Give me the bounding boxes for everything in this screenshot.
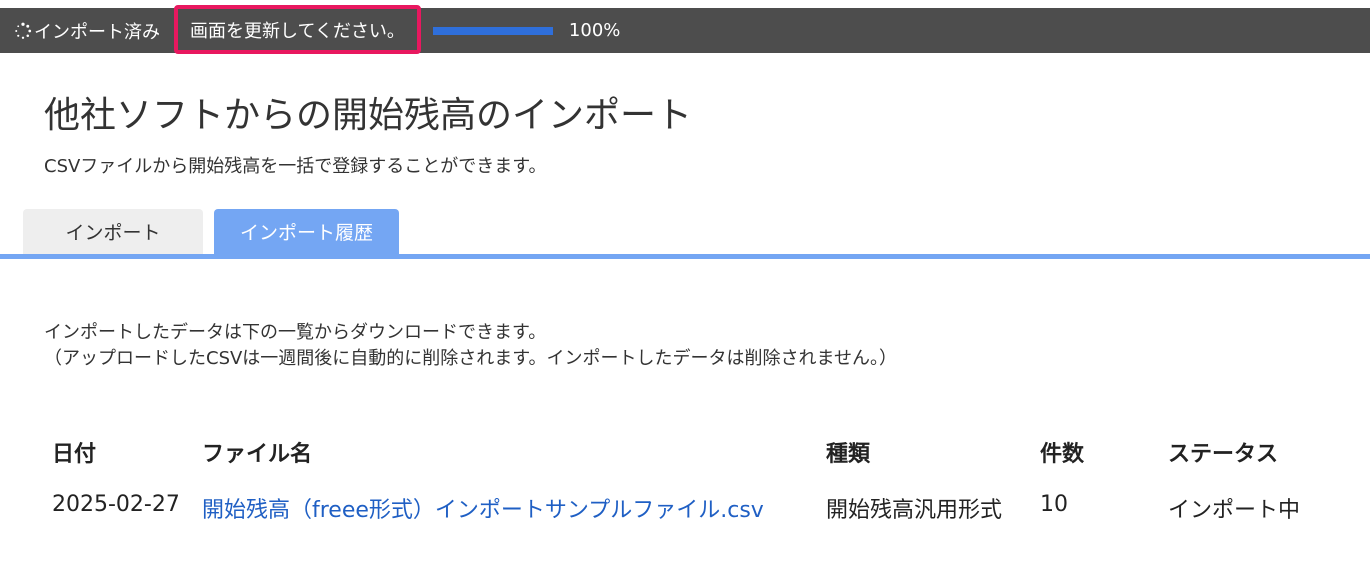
cell-type: 開始残高汎用形式 — [826, 498, 1003, 523]
column-header-filename: ファイル名 — [202, 442, 313, 467]
tab-import[interactable]: インポート — [23, 209, 203, 254]
description-line-1: インポートしたデータは下の一覧からダウンロードできます。 — [44, 322, 547, 343]
progress-bar-fill — [432, 26, 553, 35]
tab-underline — [0, 254, 1370, 259]
column-header-count: 件数 — [1040, 442, 1085, 467]
column-header-type: 種類 — [826, 442, 871, 467]
history-description: インポートしたデータは下の一覧からダウンロードできます。 （アップロードしたCS… — [44, 320, 897, 372]
cell-status: インポート中 — [1168, 498, 1301, 523]
cell-count: 10 — [1040, 492, 1068, 517]
tab-bar: インポート インポート履歴 — [0, 209, 1370, 260]
description-line-2: （アップロードしたCSVは一週間後に自動的に削除されます。インポートしたデータは… — [44, 348, 897, 369]
page-title: 他社ソフトからの開始残高のインポート — [44, 95, 693, 136]
cell-date: 2025-02-27 — [52, 492, 180, 517]
file-download-link[interactable]: 開始残高（freee形式）インポートサンプルファイル.csv — [202, 492, 764, 524]
status-bar: インポート済み 画面を更新してください。 100% — [0, 5, 1370, 54]
import-status: インポート済み — [14, 18, 160, 44]
progress-bar — [432, 26, 553, 35]
spinner-icon — [15, 22, 32, 39]
progress-percent: 100% — [568, 20, 621, 41]
column-header-date: 日付 — [52, 442, 97, 467]
refresh-message-text: 画面を更新してください。 — [190, 20, 405, 42]
import-status-label: インポート済み — [34, 21, 160, 43]
refresh-message: 画面を更新してください。 — [174, 5, 421, 54]
tab-import-history[interactable]: インポート履歴 — [214, 209, 399, 254]
column-header-status: ステータス — [1168, 442, 1279, 467]
page-subtitle: CSVファイルから開始残高を一括で登録することができます。 — [44, 156, 547, 177]
